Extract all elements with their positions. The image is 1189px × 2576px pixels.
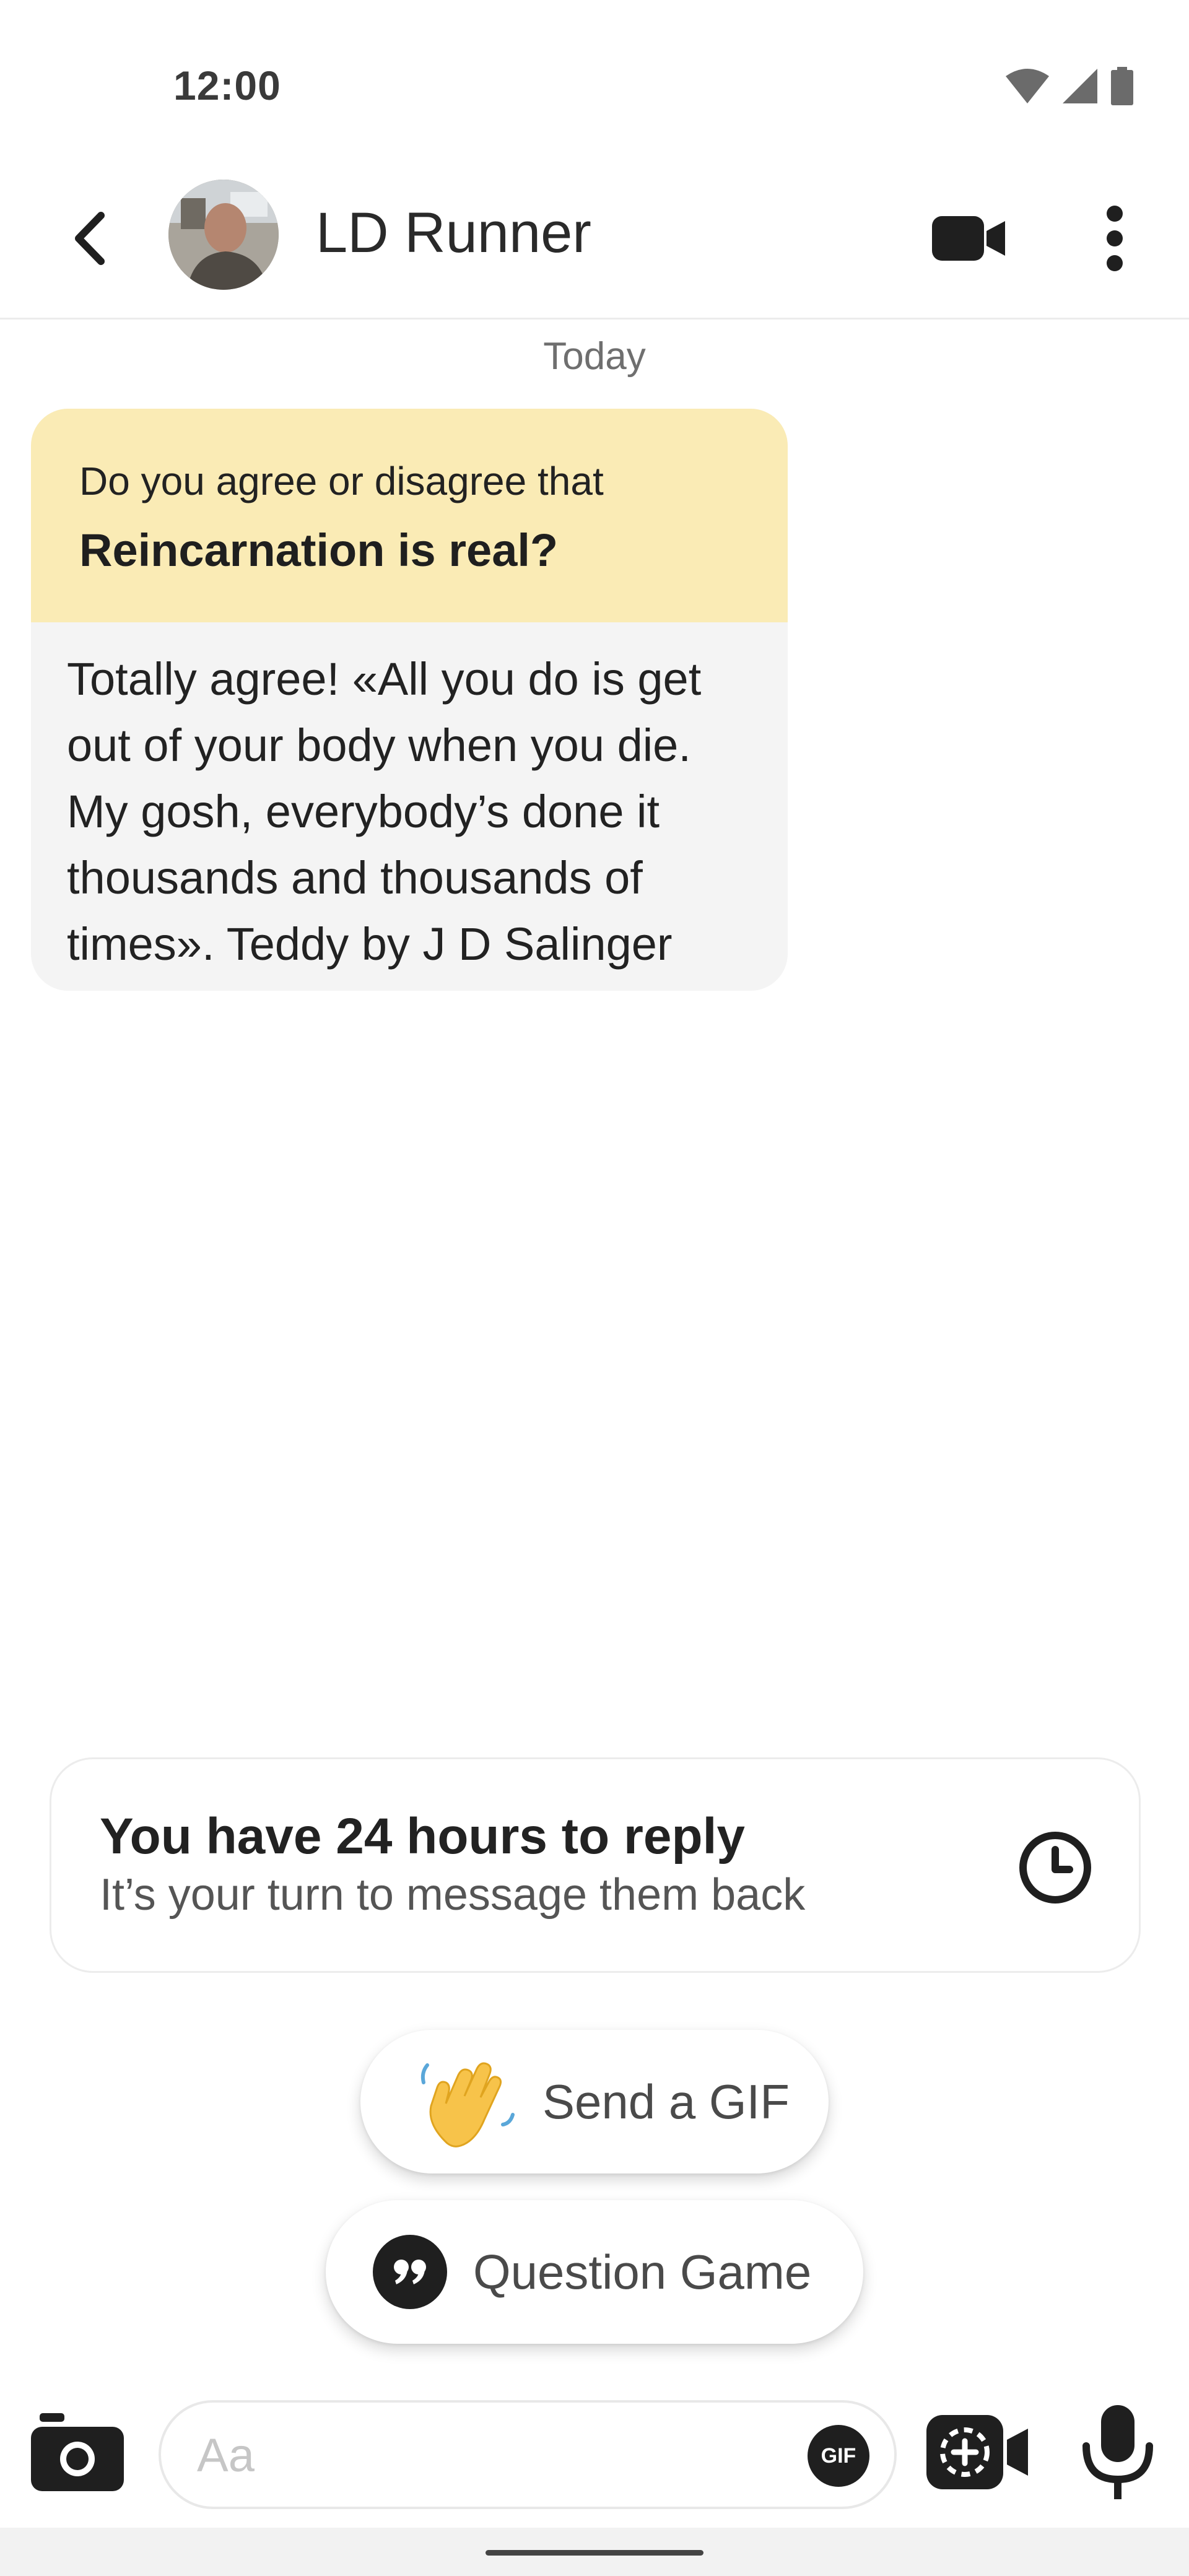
video-camera-icon: [932, 216, 1005, 261]
back-arrow-icon: [75, 212, 105, 265]
answer-line: thousands and thousands of: [67, 852, 643, 903]
date-separator: Today: [543, 335, 646, 378]
cell-signal-icon: [1063, 69, 1097, 103]
reply-deadline-subtitle: It’s your turn to message them back: [100, 1870, 806, 1920]
answer-line: out of your body when you die.: [67, 720, 691, 771]
send-gif-button[interactable]: Send a GIF: [360, 2030, 829, 2174]
answer-line: Totally agree! «All you do is get: [67, 653, 702, 705]
question-game-button[interactable]: Question Game: [326, 2200, 863, 2344]
answer-line: My gosh, everybody’s done it: [67, 786, 660, 837]
status-icons: [1006, 67, 1133, 105]
message-composer[interactable]: GIF: [159, 2400, 897, 2509]
back-button[interactable]: [56, 204, 124, 272]
answer-text: Totally agree! «All you do is get out of…: [31, 622, 788, 991]
question-prompt: Do you agree or disagree that: [79, 459, 604, 503]
question-game-message[interactable]: Do you agree or disagree that Reincarnat…: [31, 409, 788, 991]
contact-name[interactable]: LD Runner: [316, 201, 591, 266]
camera-icon[interactable]: [31, 2412, 124, 2492]
more-options-button[interactable]: [1090, 198, 1139, 279]
question-card-header: Do you agree or disagree that Reincarnat…: [31, 409, 788, 622]
home-indicator[interactable]: [486, 2550, 703, 2556]
question-text: Reincarnation is real?: [79, 524, 559, 576]
video-note-icon[interactable]: [925, 2409, 1030, 2496]
reply-deadline-notice: You have 24 hours to reply It’s your tur…: [50, 1757, 1141, 1973]
send-gif-label: Send a GIF: [542, 2074, 790, 2129]
waving-hand-icon: [420, 2062, 515, 2147]
message-input[interactable]: [197, 2421, 754, 2489]
clock-icon: [1019, 1832, 1091, 1904]
contact-avatar[interactable]: [168, 180, 279, 290]
gif-button[interactable]: GIF: [808, 2425, 869, 2487]
battery-icon: [1111, 67, 1133, 105]
avatar-photo: [168, 180, 279, 290]
wifi-icon: [1006, 69, 1049, 103]
video-call-button[interactable]: [929, 204, 1009, 272]
answer-line: times». Teddy by J D Salinger: [67, 918, 673, 970]
reply-deadline-title: You have 24 hours to reply: [100, 1808, 745, 1865]
status-time: 12:00: [173, 63, 281, 108]
chat-header: LD Runner: [0, 161, 1189, 320]
microphone-icon[interactable]: [1078, 2403, 1158, 2502]
question-game-label: Question Game: [473, 2244, 812, 2299]
more-vertical-icon: [1107, 206, 1123, 271]
quote-icon: [373, 2235, 447, 2309]
status-bar: 12:00: [0, 0, 1189, 161]
